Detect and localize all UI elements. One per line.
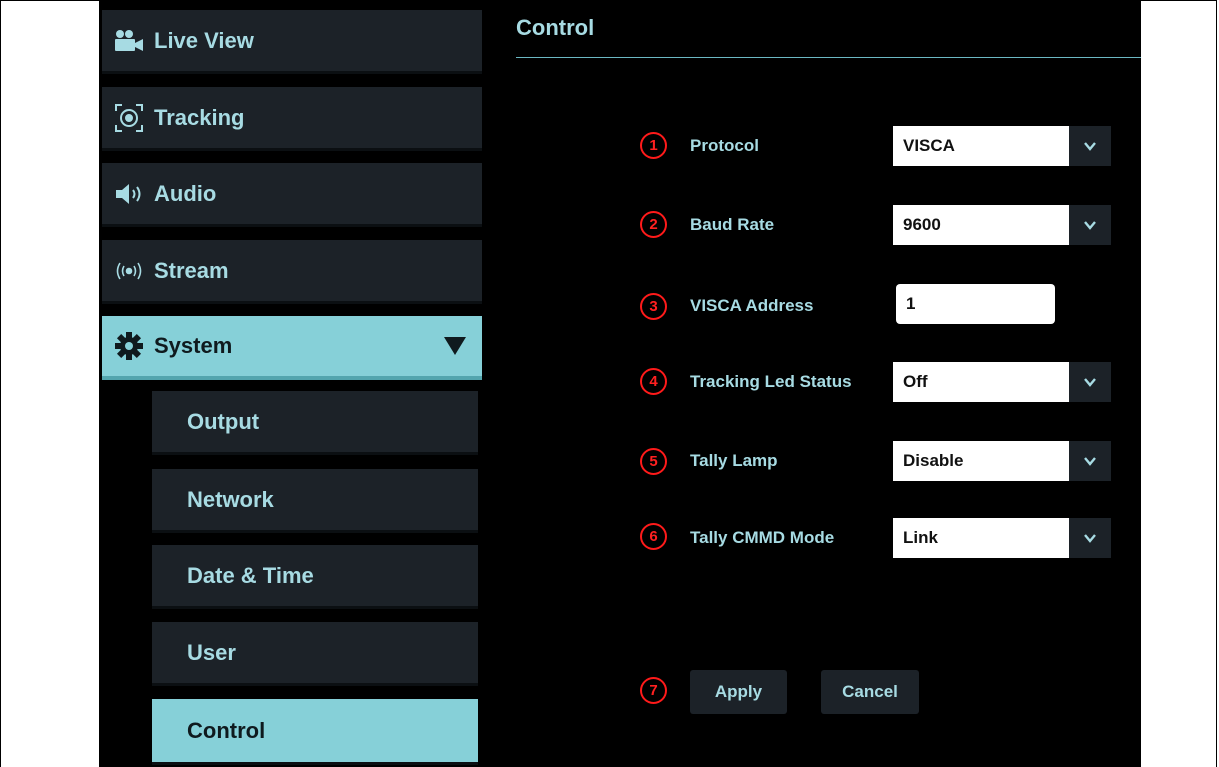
page-title: Control <box>516 15 595 40</box>
caret-down-icon <box>444 337 466 355</box>
step-marker-5: 5 <box>640 448 667 475</box>
target-icon <box>112 102 146 134</box>
protocol-value: VISCA <box>893 126 1069 166</box>
step-marker-7: 7 <box>640 677 667 704</box>
sidebar-item-system[interactable]: System <box>102 316 482 380</box>
cancel-button[interactable]: Cancel <box>821 670 919 714</box>
tally-lamp-select[interactable]: Disable <box>893 441 1111 481</box>
sidebar-subitem-date-time[interactable]: Date & Time <box>152 545 478 609</box>
visca-address-label: VISCA Address <box>690 296 814 315</box>
tally-cmmd-mode-value: Link <box>893 518 1069 558</box>
sidebar-item-tracking[interactable]: Tracking <box>102 87 482 151</box>
sidebar-subitem-label: Date & Time <box>187 562 314 588</box>
baud-rate-value: 9600 <box>893 205 1069 245</box>
protocol-select[interactable]: VISCA <box>893 126 1111 166</box>
tracking-led-status-select[interactable]: Off <box>893 362 1111 402</box>
sidebar-subitem-label: Network <box>187 486 274 512</box>
step-marker-4: 4 <box>640 368 667 395</box>
baud-rate-label: Baud Rate <box>690 215 775 234</box>
tracking-led-status-value: Off <box>893 362 1069 402</box>
chevron-down-icon[interactable] <box>1069 205 1111 245</box>
visca-address-input[interactable]: 1 <box>896 284 1055 324</box>
protocol-label: Protocol <box>690 136 759 155</box>
step-marker-2: 2 <box>640 211 667 238</box>
chevron-down-icon[interactable] <box>1069 441 1111 481</box>
chevron-down-icon[interactable] <box>1069 126 1111 166</box>
video-camera-icon <box>112 29 146 53</box>
sidebar-subitem-label: User <box>187 639 236 665</box>
sidebar-item-live-view[interactable]: Live View <box>102 10 482 74</box>
tracking-led-status-label: Tracking Led Status <box>690 372 852 391</box>
sidebar-subitem-control[interactable]: Control <box>152 699 478 765</box>
title-divider <box>516 57 1141 58</box>
baud-rate-select[interactable]: 9600 <box>893 205 1111 245</box>
sidebar-subitem-label: Control <box>187 717 266 743</box>
tally-lamp-label: Tally Lamp <box>690 451 778 470</box>
sidebar-item-audio[interactable]: Audio <box>102 163 482 227</box>
tally-cmmd-mode-label: Tally CMMD Mode <box>690 528 835 547</box>
sidebar-item-label: Tracking <box>154 104 245 130</box>
sidebar-subitem-output[interactable]: Output <box>152 391 478 455</box>
speaker-icon <box>112 182 146 206</box>
step-marker-6: 6 <box>640 523 667 550</box>
sidebar-subitem-user[interactable]: User <box>152 622 478 686</box>
sidebar-item-label: System <box>154 333 233 358</box>
tally-cmmd-mode-select[interactable]: Link <box>893 518 1111 558</box>
sidebar-subitem-network[interactable]: Network <box>152 469 478 533</box>
tally-lamp-value: Disable <box>893 441 1069 481</box>
step-marker-1: 1 <box>640 132 667 159</box>
step-marker-3: 3 <box>640 293 667 320</box>
gear-icon <box>112 331 146 361</box>
apply-button[interactable]: Apply <box>690 670 787 714</box>
chevron-down-icon[interactable] <box>1069 518 1111 558</box>
sidebar-item-label: Live View <box>154 27 254 53</box>
sidebar-item-label: Stream <box>154 257 229 283</box>
chevron-down-icon[interactable] <box>1069 362 1111 402</box>
sidebar-item-stream[interactable]: Stream <box>102 240 482 304</box>
broadcast-icon <box>112 259 146 283</box>
sidebar-item-label: Audio <box>154 180 217 206</box>
sidebar-subitem-label: Output <box>187 408 260 434</box>
